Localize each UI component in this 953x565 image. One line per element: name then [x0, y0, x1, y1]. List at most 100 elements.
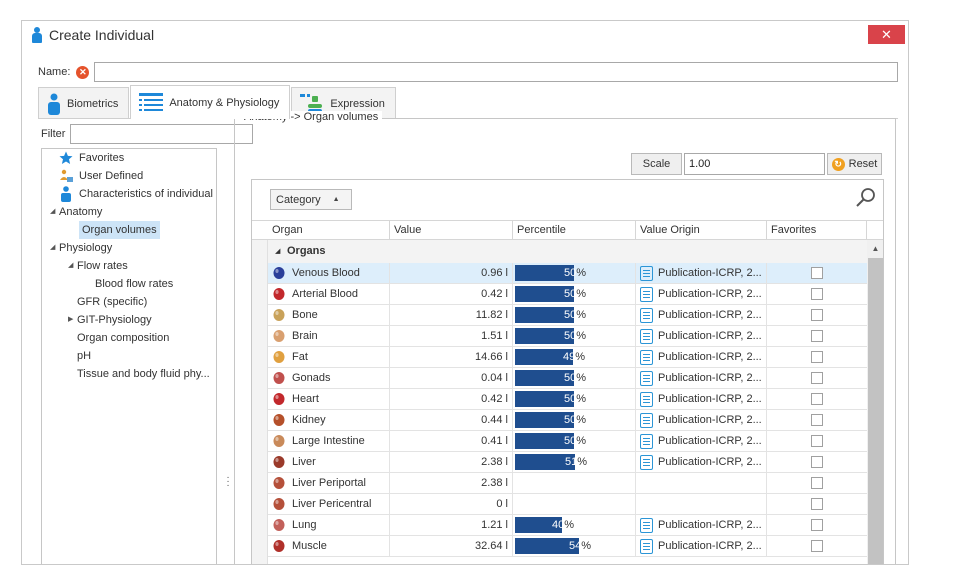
table-row[interactable]: Large Intestine 0.41 l 50% Publication-ICRP…: [268, 431, 867, 452]
expand-caret-icon[interactable]: ◢: [50, 203, 55, 221]
cell-value-origin[interactable]: Publication-ICRP, 2...: [636, 515, 767, 535]
favorite-checkbox[interactable]: [811, 477, 823, 489]
collapse-caret-icon[interactable]: ▶: [68, 311, 73, 329]
tree-item-gfr-specific[interactable]: GFR (specific): [77, 293, 147, 311]
close-button[interactable]: ✕: [868, 25, 905, 44]
cell-value[interactable]: 2.38 l: [390, 473, 513, 493]
column-header-organ[interactable]: Organ: [268, 221, 390, 240]
cell-value-origin[interactable]: Publication-ICRP, 2...: [636, 305, 767, 325]
name-input[interactable]: [94, 62, 898, 82]
cell-value[interactable]: 0.42 l: [390, 389, 513, 409]
table-row[interactable]: Fat 14.66 l 49% Publication-ICRP, 2...: [268, 347, 867, 368]
column-header-percentile[interactable]: Percentile: [513, 221, 636, 240]
splitter-handle[interactable]: · · ·: [225, 473, 231, 491]
favorite-checkbox[interactable]: [811, 309, 823, 321]
cell-value-origin[interactable]: Publication-ICRP, 2...: [636, 368, 767, 388]
favorite-checkbox[interactable]: [811, 288, 823, 300]
group-by-category-chip[interactable]: Category ▲: [270, 189, 352, 210]
cell-value-origin[interactable]: Publication-ICRP, 2...: [636, 284, 767, 304]
favorite-checkbox[interactable]: [811, 372, 823, 384]
favorite-checkbox[interactable]: [811, 267, 823, 279]
table-row[interactable]: Brain 1.51 l 50% Publication-ICRP, 2...: [268, 326, 867, 347]
table-row[interactable]: Heart 0.42 l 50% Publication-ICRP, 2...: [268, 389, 867, 410]
expand-caret-icon[interactable]: ◢: [68, 257, 73, 275]
cell-value[interactable]: 1.21 l: [390, 515, 513, 535]
tree-item-tissue-body-fluid[interactable]: Tissue and body fluid phy...: [77, 365, 210, 383]
table-row[interactable]: Arterial Blood 0.42 l 50% Publication-ICRP,…: [268, 284, 867, 305]
cell-value[interactable]: 11.82 l: [390, 305, 513, 325]
cell-value[interactable]: 0.04 l: [390, 368, 513, 388]
favorite-checkbox[interactable]: [811, 435, 823, 447]
cell-value-origin[interactable]: Publication-ICRP, 2...: [636, 452, 767, 472]
cell-value[interactable]: 2.38 l: [390, 452, 513, 472]
cell-value[interactable]: 14.66 l: [390, 347, 513, 367]
cell-favorite: [767, 431, 867, 451]
tab-anatomy-physiology[interactable]: Anatomy & Physiology: [130, 85, 291, 119]
cell-value-origin[interactable]: [636, 473, 767, 493]
favorite-checkbox[interactable]: [811, 330, 823, 342]
favorite-checkbox[interactable]: [811, 393, 823, 405]
search-icon[interactable]: [855, 187, 877, 209]
filter-row: Filter: [41, 124, 254, 144]
cell-value-origin[interactable]: Publication-ICRP, 2...: [636, 536, 767, 556]
scroll-up-icon[interactable]: ▲: [867, 240, 883, 257]
cell-value[interactable]: 0.96 l: [390, 263, 513, 283]
scale-input[interactable]: 1.00: [684, 153, 825, 175]
tree-item-organ-composition[interactable]: Organ composition: [77, 329, 169, 347]
favorite-checkbox[interactable]: [811, 414, 823, 426]
tree-item-favorites[interactable]: Favorites: [59, 149, 124, 167]
favorite-checkbox[interactable]: [811, 540, 823, 552]
filter-input[interactable]: [70, 124, 254, 144]
column-header-favorites[interactable]: Favorites: [767, 221, 867, 240]
column-header-value-origin[interactable]: Value Origin: [636, 221, 767, 240]
cell-organ: Gonads: [268, 368, 390, 388]
table-row[interactable]: Kidney 0.44 l 50% Publication-ICRP, 2...: [268, 410, 867, 431]
cell-value[interactable]: 0.44 l: [390, 410, 513, 430]
table-row[interactable]: Gonads 0.04 l 50% Publication-ICRP, 2...: [268, 368, 867, 389]
cell-value-origin[interactable]: Publication-ICRP, 2...: [636, 347, 767, 367]
table-row[interactable]: Venous Blood 0.96 l 50% Publication-ICRP, 2…: [268, 263, 867, 284]
person-icon: [48, 93, 60, 115]
table-row[interactable]: Liver Periportal 2.38 l: [268, 473, 867, 494]
organ-volumes-group: Anatomy -> Organ volumes Scale 1.00 ↻ Re…: [234, 111, 896, 564]
cell-value-origin[interactable]: Publication-ICRP, 2...: [636, 389, 767, 409]
tab-biometrics[interactable]: Biometrics: [38, 87, 130, 119]
cell-value[interactable]: 0.42 l: [390, 284, 513, 304]
tree-item-git-physiology[interactable]: ▶ GIT-Physiology: [68, 311, 152, 329]
scrollbar-thumb[interactable]: [868, 258, 883, 564]
table-row[interactable]: Lung 1.21 l 40% Publication-ICRP, 2...: [268, 515, 867, 536]
tree-item-blood-flow-rates[interactable]: Blood flow rates: [95, 275, 173, 293]
tree-item-characteristics[interactable]: Characteristics of individual: [59, 185, 213, 203]
column-header-value[interactable]: Value: [390, 221, 513, 240]
tree-item-user-defined[interactable]: User Defined: [59, 167, 143, 185]
scale-button[interactable]: Scale: [631, 153, 682, 175]
table-row[interactable]: Muscle 32.64 l 54% Publication-ICRP, 2...: [268, 536, 867, 557]
cell-value-origin[interactable]: Publication-ICRP, 2...: [636, 431, 767, 451]
table-row[interactable]: Liver 2.38 l 51% Publication-ICRP, 2...: [268, 452, 867, 473]
expand-caret-icon[interactable]: ◢: [50, 239, 55, 257]
reset-button[interactable]: ↻ Reset: [827, 153, 882, 175]
cell-value[interactable]: 32.64 l: [390, 536, 513, 556]
group-row-organs[interactable]: ◢ Organs: [268, 240, 867, 263]
tree-item-organ-volumes[interactable]: Organ volumes: [79, 221, 160, 239]
tab-label: Expression: [330, 97, 385, 110]
favorite-checkbox[interactable]: [811, 351, 823, 363]
tree-item-ph[interactable]: pH: [77, 347, 91, 365]
expand-caret-icon[interactable]: ◢: [275, 240, 280, 263]
tree-item-physiology[interactable]: ◢ Physiology: [50, 239, 112, 257]
cell-value[interactable]: 0 l: [390, 494, 513, 514]
cell-value-origin[interactable]: Publication-ICRP, 2...: [636, 326, 767, 346]
cell-value[interactable]: 1.51 l: [390, 326, 513, 346]
vertical-scrollbar[interactable]: ▲: [867, 240, 883, 564]
tree-item-flow-rates[interactable]: ◢ Flow rates: [68, 257, 128, 275]
tree-item-anatomy[interactable]: ◢ Anatomy: [50, 203, 102, 221]
cell-value-origin[interactable]: Publication-ICRP, 2...: [636, 410, 767, 430]
cell-value[interactable]: 0.41 l: [390, 431, 513, 451]
cell-value-origin[interactable]: Publication-ICRP, 2...: [636, 263, 767, 283]
favorite-checkbox[interactable]: [811, 519, 823, 531]
table-row[interactable]: Bone 11.82 l 50% Publication-ICRP, 2...: [268, 305, 867, 326]
favorite-checkbox[interactable]: [811, 498, 823, 510]
favorite-checkbox[interactable]: [811, 456, 823, 468]
table-row[interactable]: Liver Pericentral 0 l: [268, 494, 867, 515]
cell-value-origin[interactable]: [636, 494, 767, 514]
